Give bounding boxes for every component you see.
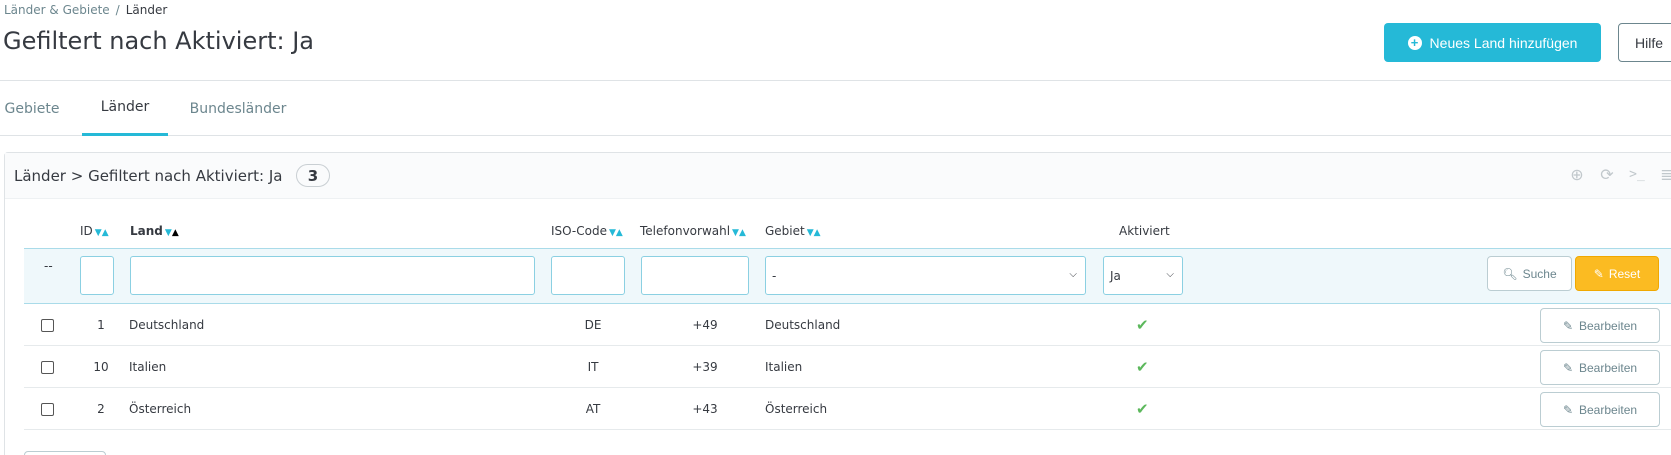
cell-phone: +43 [692, 402, 718, 416]
add-country-button[interactable]: + Neues Land hinzufügen [1384, 23, 1601, 62]
chevron-down-icon: ⌵ [1166, 269, 1174, 280]
chevron-down-icon: ⌵ [1069, 269, 1077, 280]
filter-active-select[interactable]: Ja ⌵ [1103, 256, 1183, 295]
filter-zone-value: - [772, 268, 777, 283]
cell-iso: DE [584, 318, 602, 332]
tab-laender[interactable]: Länder [82, 81, 168, 136]
filter-land-input[interactable] [130, 256, 535, 295]
edit-button-label: Bearbeiten [1579, 402, 1638, 417]
col-header-land[interactable]: Land ▼▲ [130, 224, 179, 238]
cell-id: 1 [97, 318, 105, 332]
col-header-id[interactable]: ID ▼▲ [80, 224, 109, 238]
col-header-iso[interactable]: ISO-Code ▼▲ [551, 224, 623, 238]
tab-bundeslaender[interactable]: Bundesländer [188, 81, 288, 136]
cell-zone: Italien [765, 360, 803, 374]
check-icon[interactable]: ✔ [1136, 388, 1149, 430]
terminal-icon[interactable]: >_ [1628, 165, 1646, 183]
pencil-icon: ✎ [1562, 318, 1573, 333]
filter-id-input[interactable] [80, 256, 114, 295]
row-checkbox-cell [41, 388, 54, 430]
edit-button[interactable]: ✎ Bearbeiten [1540, 308, 1660, 343]
row-checkbox[interactable] [41, 318, 54, 332]
col-header-zone[interactable]: Gebiet ▼▲ [765, 224, 821, 238]
cell-id: 2 [97, 402, 105, 416]
cell-iso: IT [587, 360, 599, 374]
col-header-active: Aktiviert [1119, 224, 1170, 238]
cell-iso: AT [585, 402, 601, 416]
breadcrumb: Länder & Gebiete / Länder [4, 3, 167, 17]
reset-button[interactable]: ✎ Reset [1575, 256, 1659, 291]
panel-title: Länder > Gefiltert nach Aktiviert: Ja [14, 167, 283, 185]
col-header-id-label: ID [80, 224, 93, 238]
search-button[interactable]: 🔍︎ Suche [1487, 256, 1572, 291]
sort-arrows-icon[interactable]: ▼▲ [732, 228, 746, 238]
reset-button-label: Reset [1608, 266, 1641, 281]
breadcrumb-parent-link[interactable]: Länder & Gebiete [4, 3, 110, 17]
edit-button-label: Bearbeiten [1579, 318, 1638, 333]
check-icon[interactable]: ✔ [1136, 346, 1149, 388]
sort-arrows-icon[interactable]: ▼▲ [95, 228, 109, 238]
panel-toolbar: ⊕ ⟳ >_ ≣ [1568, 165, 1671, 184]
row-checkbox-cell [41, 346, 54, 388]
pencil-icon: ✎ [1562, 402, 1573, 417]
result-count-badge: 3 [296, 164, 330, 187]
cell-phone: +39 [692, 360, 718, 374]
refresh-icon[interactable]: ⟳ [1598, 165, 1616, 184]
filter-active-value: Ja [1110, 268, 1121, 283]
check-icon[interactable]: ✔ [1136, 304, 1149, 346]
breadcrumb-separator: / [115, 3, 120, 17]
cell-id: 10 [93, 360, 109, 374]
search-icon: 🔍︎ [1502, 266, 1518, 281]
database-icon[interactable]: ≣ [1658, 165, 1671, 184]
filter-phone-input[interactable] [641, 256, 749, 295]
add-circle-icon: + [1407, 35, 1422, 50]
table-row: 2 Österreich AT +43 Österreich ✔ ✎ Bearbe… [24, 388, 1671, 430]
col-header-land-label: Land [130, 224, 163, 238]
bulk-actions-button[interactable] [24, 451, 106, 455]
pencil-icon: ✎ [1562, 360, 1573, 375]
panel-header: Länder > Gefiltert nach Aktiviert: Ja 3 … [5, 153, 1671, 199]
row-checkbox[interactable] [41, 402, 54, 416]
tab-bar: Gebiete Länder Bundesländer [0, 81, 1671, 136]
cell-land: Italien [129, 360, 167, 374]
col-header-phone-label: Telefonvorwahl [640, 224, 731, 238]
col-header-zone-label: Gebiet [765, 224, 805, 238]
cell-zone: Österreich [765, 402, 828, 416]
edit-button[interactable]: ✎ Bearbeiten [1540, 392, 1660, 427]
sort-arrows-icon[interactable]: ▼▲ [807, 228, 821, 238]
table-row: 1 Deutschland DE +49 Deutschland ✔ ✎ Bear… [24, 304, 1671, 346]
edit-button[interactable]: ✎ Bearbeiten [1540, 350, 1660, 385]
col-header-phone[interactable]: Telefonvorwahl ▼▲ [640, 224, 746, 238]
help-button[interactable]: Hilfe [1618, 23, 1671, 62]
tab-gebiete[interactable]: Gebiete [0, 81, 64, 136]
filter-iso-input[interactable] [551, 256, 625, 295]
cell-zone: Deutschland [765, 318, 841, 332]
add-country-label: Neues Land hinzufügen [1429, 34, 1578, 51]
row-checkbox[interactable] [41, 360, 54, 374]
breadcrumb-current: Länder [125, 3, 168, 17]
cell-land: Deutschland [129, 318, 205, 332]
cell-phone: +49 [692, 318, 718, 332]
add-circle-icon[interactable]: ⊕ [1568, 165, 1586, 184]
search-button-label: Suche [1522, 266, 1557, 281]
eraser-icon: ✎ [1593, 266, 1604, 281]
col-header-iso-label: ISO-Code [551, 224, 607, 238]
page-title: Gefiltert nach Aktiviert: Ja [3, 27, 314, 55]
cell-land: Österreich [129, 402, 192, 416]
sort-arrows-icon[interactable]: ▼▲ [609, 228, 623, 238]
filter-zone-select[interactable]: - ⌵ [765, 256, 1086, 295]
sort-arrows-icon[interactable]: ▼▲ [165, 228, 179, 238]
table-row: 10 Italien IT +39 Italien ✔ ✎ Bearbeiten [24, 346, 1671, 388]
edit-button-label: Bearbeiten [1579, 360, 1638, 375]
bulk-action-dash: -- [44, 259, 53, 273]
row-checkbox-cell [41, 304, 54, 346]
